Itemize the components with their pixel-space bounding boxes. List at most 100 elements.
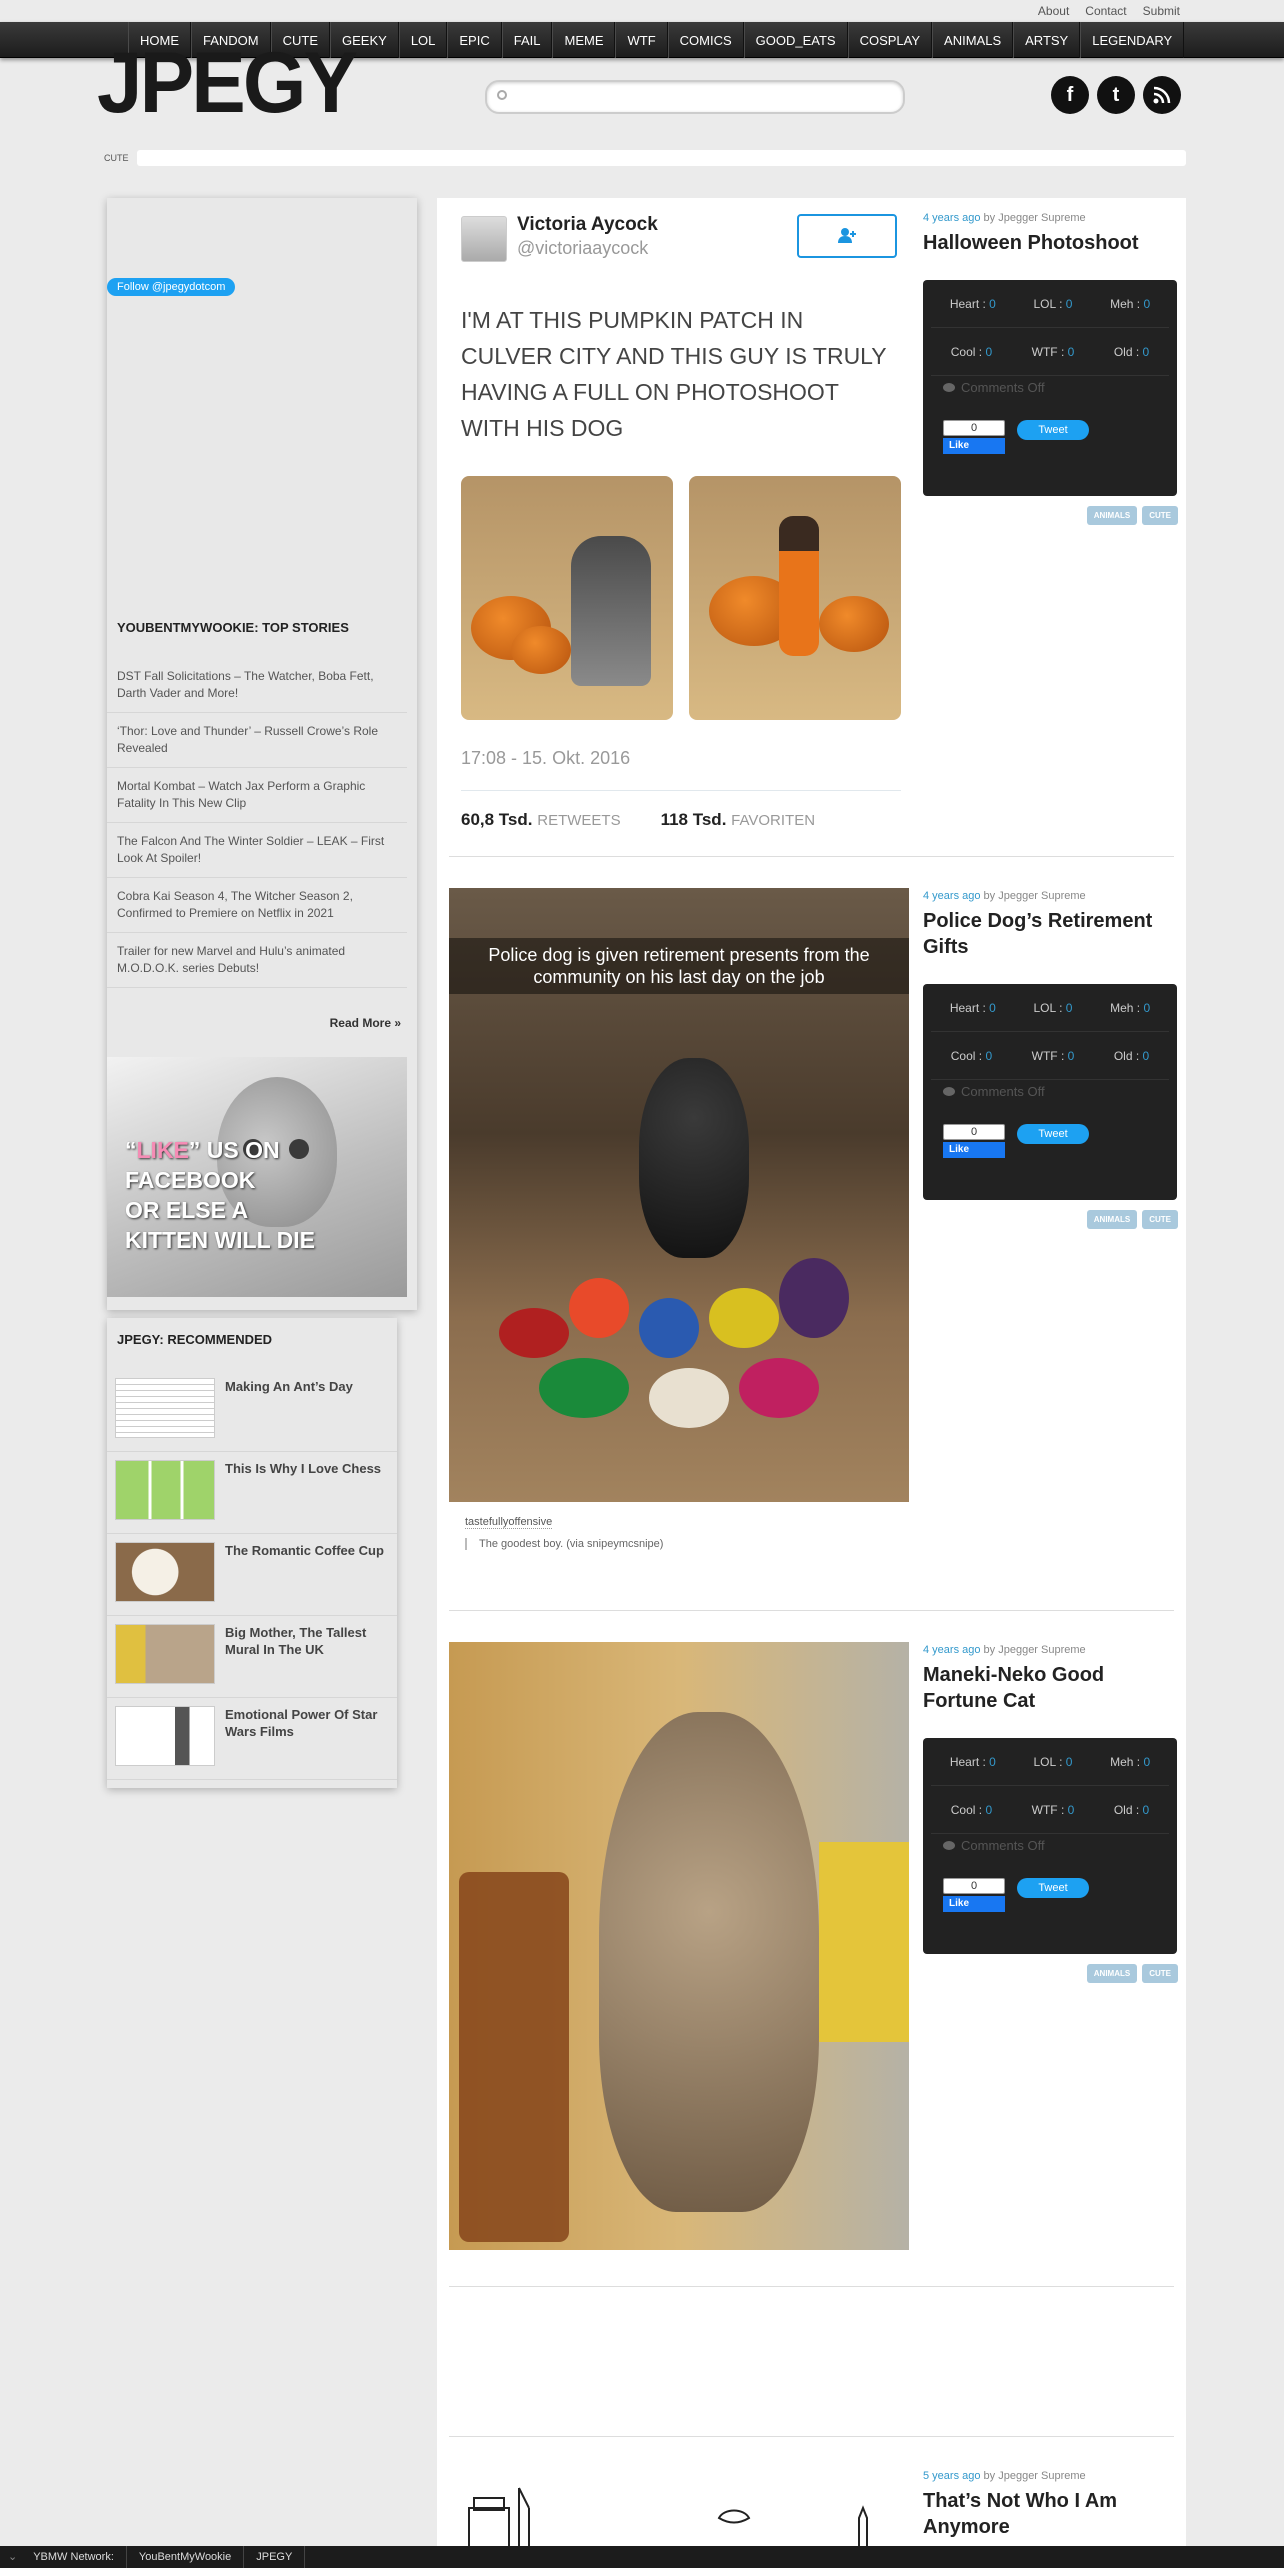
nav-fail[interactable]: FAIL bbox=[501, 22, 553, 58]
vote-meh[interactable]: Meh : 0 bbox=[1110, 297, 1150, 311]
post-image[interactable] bbox=[449, 1642, 909, 2250]
vote-wtf[interactable]: WTF : 0 bbox=[1032, 1803, 1075, 1817]
recommended-thumbnail[interactable] bbox=[115, 1624, 215, 1684]
tag-cute[interactable]: CUTE bbox=[1142, 506, 1178, 525]
story-link[interactable]: DST Fall Solicitations – The Watcher, Bo… bbox=[107, 658, 407, 713]
like-count: 0 bbox=[943, 420, 1005, 436]
vote-heart[interactable]: Heart : 0 bbox=[950, 297, 996, 311]
tweet-button[interactable]: Tweet bbox=[1017, 1124, 1089, 1144]
recommended-title[interactable]: This Is Why I Love Chess bbox=[225, 1460, 381, 1525]
rss-icon[interactable] bbox=[1143, 76, 1181, 114]
facebook-like-widget[interactable]: 0 Like bbox=[943, 1878, 1005, 1912]
tweet-timestamp[interactable]: 17:08 - 15. Okt. 2016 bbox=[461, 748, 630, 769]
vote-meh[interactable]: Meh : 0 bbox=[1110, 1001, 1150, 1015]
story-link[interactable]: Mortal Kombat – Watch Jax Perform a Grap… bbox=[107, 768, 407, 823]
tweet-author-handle[interactable]: @victoriaaycock bbox=[517, 238, 648, 259]
vote-heart[interactable]: Heart : 0 bbox=[950, 1755, 996, 1769]
vote-old[interactable]: Old : 0 bbox=[1114, 345, 1149, 359]
nav-cosplay[interactable]: COSPLAY bbox=[847, 22, 933, 58]
story-link[interactable]: Trailer for new Marvel and Hulu’s animat… bbox=[107, 933, 407, 988]
nav-comics[interactable]: COMICS bbox=[667, 22, 744, 58]
contact-link[interactable]: Contact bbox=[1085, 4, 1126, 18]
submit-link[interactable]: Submit bbox=[1143, 4, 1180, 18]
recommended-thumbnail[interactable] bbox=[115, 1378, 215, 1438]
post-title[interactable]: Maneki-Neko Good Fortune Cat bbox=[923, 1662, 1177, 1714]
search-input[interactable] bbox=[485, 80, 905, 114]
network-link-jpegy[interactable]: JPEGY bbox=[244, 2546, 306, 2568]
story-link[interactable]: ‘Thor: Love and Thunder’ – Russell Crowe… bbox=[107, 713, 407, 768]
recommended-item[interactable]: Emotional Power Of Star Wars Films bbox=[107, 1698, 397, 1780]
twitter-follow-button[interactable]: Follow @jpegydotcom bbox=[107, 278, 236, 296]
recommended-item[interactable]: This Is Why I Love Chess bbox=[107, 1452, 397, 1534]
nav-wtf[interactable]: WTF bbox=[615, 22, 668, 58]
chevron-icon[interactable]: ⌄ bbox=[0, 2546, 21, 2568]
recommended-title[interactable]: The Romantic Coffee Cup bbox=[225, 1542, 384, 1607]
vote-lol[interactable]: LOL : 0 bbox=[1034, 1001, 1073, 1015]
vote-cool[interactable]: Cool : 0 bbox=[951, 1803, 992, 1817]
source-link[interactable]: tastefullyoffensive bbox=[465, 1516, 553, 1529]
facebook-like-button[interactable]: Like bbox=[943, 438, 1005, 454]
vote-lol[interactable]: LOL : 0 bbox=[1034, 297, 1073, 311]
vote-wtf[interactable]: WTF : 0 bbox=[1032, 1049, 1075, 1063]
vote-heart[interactable]: Heart : 0 bbox=[950, 1001, 996, 1015]
recommended-item[interactable]: The Romantic Coffee Cup bbox=[107, 1534, 397, 1616]
post-title[interactable]: Police Dog’s Retirement Gifts bbox=[923, 908, 1177, 960]
nav-legendary[interactable]: LEGENDARY bbox=[1080, 22, 1185, 58]
favorite-count[interactable]: 118 Tsd. FAVORITEN bbox=[661, 810, 815, 830]
read-more-link[interactable]: Read More » bbox=[330, 1016, 401, 1030]
tweet-photo[interactable] bbox=[461, 476, 673, 720]
tweet-button[interactable]: Tweet bbox=[1017, 420, 1089, 440]
site-logo[interactable]: JPEGY bbox=[97, 40, 358, 126]
tag-animals[interactable]: ANIMALS bbox=[1086, 506, 1138, 525]
vote-cool[interactable]: Cool : 0 bbox=[951, 345, 992, 359]
tweet-author-name[interactable]: Victoria Aycock bbox=[517, 214, 658, 236]
tweet-button[interactable]: Tweet bbox=[1017, 1878, 1089, 1898]
vote-old[interactable]: Old : 0 bbox=[1114, 1049, 1149, 1063]
facebook-kitten-ad[interactable]: “LIKE” US ON FACEBOOK OR ELSE A KITTEN WILL… bbox=[107, 1057, 407, 1297]
recommended-thumbnail[interactable] bbox=[115, 1542, 215, 1602]
tweet-photo[interactable] bbox=[689, 476, 901, 720]
follow-button[interactable] bbox=[797, 214, 897, 258]
vote-meh[interactable]: Meh : 0 bbox=[1110, 1755, 1150, 1769]
recommended-item[interactable]: Making An Ant’s Day bbox=[107, 1370, 397, 1452]
tag-animals[interactable]: ANIMALS bbox=[1086, 1964, 1138, 1983]
post-separator bbox=[449, 856, 1174, 857]
recommended-thumbnail[interactable] bbox=[115, 1706, 215, 1766]
facebook-like-widget[interactable]: 0 Like bbox=[943, 420, 1005, 454]
tag-cute[interactable]: CUTE bbox=[1142, 1210, 1178, 1229]
vote-lol[interactable]: LOL : 0 bbox=[1034, 1755, 1073, 1769]
tag-cute[interactable]: CUTE bbox=[1142, 1964, 1178, 1983]
twitter-icon[interactable]: t bbox=[1097, 76, 1135, 114]
vote-wtf[interactable]: WTF : 0 bbox=[1032, 345, 1075, 359]
recommended-title[interactable]: Emotional Power Of Star Wars Films bbox=[225, 1706, 389, 1771]
breadcrumb-label[interactable]: CUTE bbox=[100, 153, 133, 163]
facebook-like-button[interactable]: Like bbox=[943, 1896, 1005, 1912]
nav-artsy[interactable]: ARTSY bbox=[1013, 22, 1081, 58]
vote-cool[interactable]: Cool : 0 bbox=[951, 1049, 992, 1063]
nav-meme[interactable]: MEME bbox=[552, 22, 616, 58]
about-link[interactable]: About bbox=[1038, 4, 1069, 18]
facebook-like-widget[interactable]: 0 Like bbox=[943, 1124, 1005, 1158]
story-link[interactable]: Cobra Kai Season 4, The Witcher Season 2… bbox=[107, 878, 407, 933]
cookie-jar bbox=[459, 1872, 569, 2242]
recommended-item[interactable]: Big Mother, The Tallest Mural In The UK bbox=[107, 1616, 397, 1698]
post-image[interactable]: Police dog is given retirement presents … bbox=[449, 888, 909, 1502]
nav-epic[interactable]: EPIC bbox=[447, 22, 502, 58]
recommended-title[interactable]: Making An Ant’s Day bbox=[225, 1378, 353, 1443]
nav-lol[interactable]: LOL bbox=[398, 22, 448, 58]
story-link[interactable]: The Falcon And The Winter Soldier – LEAK… bbox=[107, 823, 407, 878]
nav-animals[interactable]: ANIMALS bbox=[932, 22, 1014, 58]
vote-old[interactable]: Old : 0 bbox=[1114, 1803, 1149, 1817]
nav-good-eats[interactable]: GOOD_EATS bbox=[743, 22, 848, 58]
retweet-count[interactable]: 60,8 Tsd. RETWEETS bbox=[461, 810, 621, 830]
facebook-icon[interactable]: f bbox=[1051, 76, 1089, 114]
avatar[interactable] bbox=[461, 216, 507, 262]
post-title[interactable]: That’s Not Who I Am Anymore bbox=[923, 2488, 1177, 2540]
network-link-youbentmywookie[interactable]: YouBentMyWookie bbox=[127, 2546, 245, 2568]
tag-animals[interactable]: ANIMALS bbox=[1086, 1210, 1138, 1229]
recommended-thumbnail[interactable] bbox=[115, 1460, 215, 1520]
facebook-like-button[interactable]: Like bbox=[943, 1142, 1005, 1158]
post-title[interactable]: Halloween Photoshoot bbox=[923, 230, 1177, 256]
recommended-title[interactable]: Big Mother, The Tallest Mural In The UK bbox=[225, 1624, 389, 1689]
like-count: 0 bbox=[943, 1878, 1005, 1894]
